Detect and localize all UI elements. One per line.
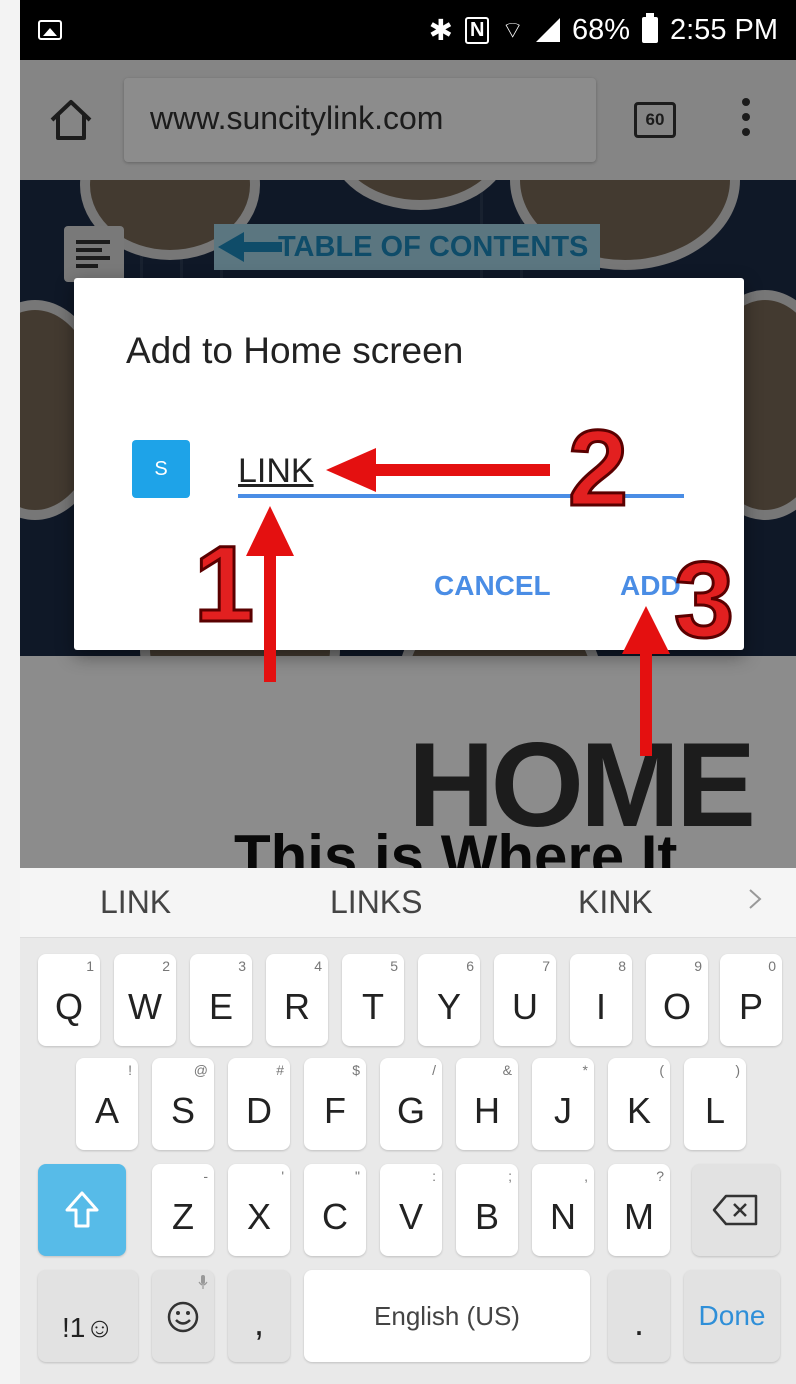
key-d[interactable]: # D <box>228 1058 290 1150</box>
backspace-icon <box>712 1194 758 1226</box>
key-o[interactable]: 9O <box>646 954 708 1046</box>
key-k[interactable]: (K <box>608 1058 670 1150</box>
key-x[interactable]: ' X <box>228 1164 290 1256</box>
key-j[interactable]: * J <box>532 1058 594 1150</box>
key-f[interactable]: $ F <box>304 1058 366 1150</box>
key-g[interactable]: / G <box>380 1058 442 1150</box>
chevron-right-icon[interactable] <box>744 888 766 910</box>
keyboard-suggestions: LINK LINKS KINK <box>20 868 796 938</box>
phone-screen: ✱ N ⌔ 68% 2:55 PM www.suncitylink.com 60 <box>20 0 796 1384</box>
key-c[interactable]: " C <box>304 1164 366 1256</box>
emoji-key[interactable] <box>152 1270 214 1362</box>
suggestion-1[interactable]: LINK <box>100 884 171 921</box>
key-y[interactable]: 6Y <box>418 954 480 1046</box>
key-w[interactable]: 2W <box>114 954 176 1046</box>
backspace-key[interactable] <box>692 1164 780 1256</box>
key-u[interactable]: 7U <box>494 954 556 1046</box>
annotation-arrows <box>246 448 670 756</box>
key-e[interactable]: 3E <box>190 954 252 1046</box>
shift-arrow-icon <box>65 1191 99 1228</box>
key-m[interactable]: ? M <box>608 1164 670 1256</box>
step-2-label: 2 <box>566 407 629 528</box>
microphone-icon <box>198 1275 208 1289</box>
step-1-label: 1 <box>192 523 255 644</box>
period-key[interactable]: . <box>608 1270 670 1362</box>
symbols-key[interactable]: !1☺ <box>38 1270 138 1362</box>
key-b[interactable]: ; B <box>456 1164 518 1256</box>
key-s[interactable]: @ S <box>152 1058 214 1150</box>
key-l[interactable]: ) L <box>684 1058 746 1150</box>
key-a[interactable]: ! A <box>76 1058 138 1150</box>
key-r[interactable]: 4R <box>266 954 328 1046</box>
key-i[interactable]: 8I <box>570 954 632 1046</box>
key-h[interactable]: & H <box>456 1058 518 1150</box>
suggestion-2[interactable]: LINKS <box>330 884 422 921</box>
done-key[interactable]: Done <box>684 1270 780 1362</box>
step-3-label: 3 <box>672 539 735 660</box>
key-p[interactable]: 0P <box>720 954 782 1046</box>
key-n[interactable]: ,N <box>532 1164 594 1256</box>
space-bar[interactable]: English (US) <box>304 1270 590 1362</box>
shift-key[interactable] <box>38 1164 126 1256</box>
arrow-3-head <box>622 606 670 654</box>
key-z[interactable]: -Z <box>152 1164 214 1256</box>
arrow-2-head <box>326 448 376 492</box>
key-v[interactable]: :V <box>380 1164 442 1256</box>
comma-key[interactable]: , <box>228 1270 290 1362</box>
emoji-icon <box>167 1301 199 1333</box>
on-screen-keyboard: 1Q 2W 3E 4R 5T 6Y 7U 8I 9O 0P ! A @ S # D $… <box>20 938 796 1384</box>
key-t[interactable]: 5T <box>342 954 404 1046</box>
suggestion-3[interactable]: KINK <box>578 884 653 921</box>
key-q[interactable]: 1Q <box>38 954 100 1046</box>
